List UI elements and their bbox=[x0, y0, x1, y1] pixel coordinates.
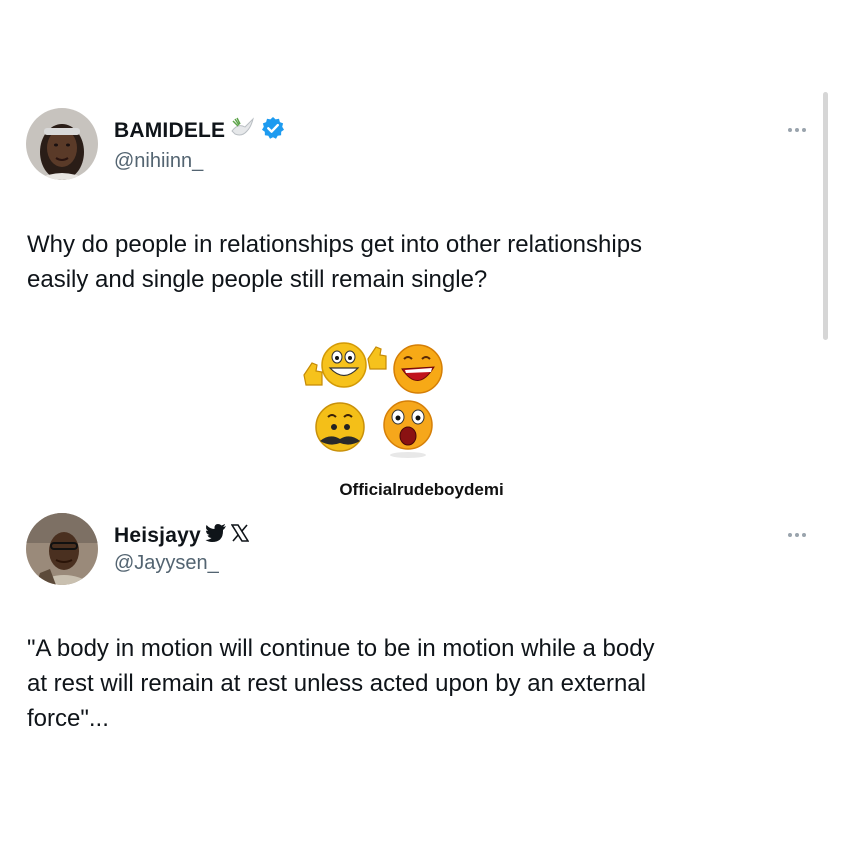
tweet1-text: Why do people in relationships get into … bbox=[27, 227, 642, 297]
watermark: Officialrudeboydemi bbox=[339, 480, 504, 499]
tweet1-header: BAMIDELE @nihiinn_ bbox=[26, 108, 285, 180]
tweet2-text-line2: at rest will remain at rest unless acted… bbox=[27, 670, 646, 697]
tweet2-text-line3: force"... bbox=[27, 705, 109, 732]
display-name[interactable]: Heisjayy bbox=[114, 524, 201, 548]
dove-icon bbox=[229, 115, 257, 146]
avatar[interactable] bbox=[26, 108, 98, 180]
shocked-emoji bbox=[383, 400, 433, 458]
emoji-group bbox=[292, 337, 452, 467]
verified-badge-icon bbox=[261, 116, 285, 145]
avatar[interactable] bbox=[26, 513, 98, 585]
display-name[interactable]: BAMIDELE bbox=[114, 119, 225, 143]
handle[interactable]: @nihiinn_ bbox=[114, 150, 285, 173]
scrollbar[interactable] bbox=[823, 92, 828, 340]
tweet2-header: Heisjayy @Jayysen_ bbox=[26, 513, 250, 585]
x-logo-icon bbox=[230, 524, 250, 547]
more-options-icon[interactable] bbox=[788, 533, 806, 537]
tweet2-text: "A body in motion will continue to be in… bbox=[27, 631, 655, 736]
laughing-emoji bbox=[393, 344, 443, 394]
handle[interactable]: @Jayysen_ bbox=[114, 552, 249, 575]
more-options-icon[interactable] bbox=[788, 128, 806, 132]
tweet1-text-line2: easily and single people still remain si… bbox=[27, 266, 488, 293]
bird-icon bbox=[205, 523, 227, 548]
mustache-emoji bbox=[315, 402, 365, 452]
thumbs-up-grin-emoji bbox=[303, 342, 387, 388]
tweet2-text-line1: "A body in motion will continue to be in… bbox=[27, 635, 655, 662]
tweet1-text-line1: Why do people in relationships get into … bbox=[27, 231, 643, 258]
